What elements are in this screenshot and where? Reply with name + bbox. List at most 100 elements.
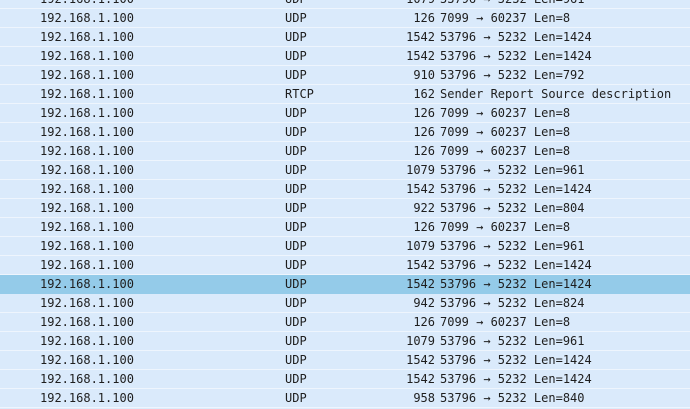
- protocol: UDP: [285, 220, 307, 234]
- source-address: 192.168.1.100: [40, 315, 134, 329]
- packet-row[interactable]: 192.168.1.100 UDP 942 53796 → 5232 Len=8…: [0, 294, 690, 313]
- protocol: UDP: [285, 68, 307, 82]
- frame-length: 910: [413, 68, 435, 82]
- protocol: UDP: [285, 0, 307, 8]
- packet-row[interactable]: 192.168.1.100 UDP 1079 53796 → 5232 Len=…: [0, 332, 690, 351]
- protocol: UDP: [285, 125, 307, 139]
- frame-length: 1542: [406, 49, 435, 63]
- protocol: UDP: [285, 239, 307, 253]
- packet-row[interactable]: 192.168.1.100 UDP 922 53796 → 5232 Len=8…: [0, 199, 690, 218]
- frame-length: 162: [413, 87, 435, 101]
- source-address: 192.168.1.100: [40, 144, 134, 158]
- packet-row[interactable]: 192.168.1.100 UDP 1542 53796 → 5232 Len=…: [0, 256, 690, 275]
- protocol: RTCP: [285, 87, 314, 101]
- protocol: UDP: [285, 258, 307, 272]
- packet-row[interactable]: 192.168.1.100 UDP 1542 53796 → 5232 Len=…: [0, 47, 690, 66]
- packet-info: 53796 → 5232 Len=1424: [440, 182, 592, 196]
- packet-info: 53796 → 5232 Len=1424: [440, 277, 592, 291]
- source-address: 192.168.1.100: [40, 106, 134, 120]
- packet-row[interactable]: 192.168.1.100 UDP 126 7099 → 60237 Len=8: [0, 9, 690, 28]
- packet-row[interactable]: 192.168.1.100 RTCP 162 Sender Report Sou…: [0, 85, 690, 104]
- packet-row[interactable]: 192.168.1.100 UDP 1542 53796 → 5232 Len=…: [0, 28, 690, 47]
- source-address: 192.168.1.100: [40, 391, 134, 405]
- source-address: 192.168.1.100: [40, 258, 134, 272]
- protocol: UDP: [285, 391, 307, 405]
- source-address: 192.168.1.100: [40, 220, 134, 234]
- protocol: UDP: [285, 30, 307, 44]
- protocol: UDP: [285, 277, 307, 291]
- frame-length: 1542: [406, 182, 435, 196]
- packet-row[interactable]: 192.168.1.100 UDP 1079 53796 → 5232 Len=…: [0, 0, 690, 9]
- frame-length: 126: [413, 315, 435, 329]
- packet-info: 53796 → 5232 Len=1424: [440, 372, 592, 386]
- frame-length: 1079: [375, 0, 435, 8]
- packet-info: 53796 → 5232 Len=1424: [440, 30, 592, 44]
- packet-row[interactable]: 192.168.1.100 UDP 1542 53796 → 5232 Len=…: [0, 351, 690, 370]
- frame-length: 958: [413, 391, 435, 405]
- source-address: 192.168.1.100: [40, 296, 134, 310]
- packet-row-selected[interactable]: 192.168.1.100 UDP 1542 53796 → 5232 Len=…: [0, 275, 690, 294]
- packet-info: 7099 → 60237 Len=8: [440, 315, 571, 329]
- packet-row[interactable]: 192.168.1.100 UDP 126 7099 → 60237 Len=8: [0, 142, 690, 161]
- packet-row[interactable]: 192.168.1.100 UDP 1079 53796 → 5232 Len=…: [0, 161, 690, 180]
- protocol: UDP: [285, 201, 307, 215]
- source-address: 192.168.1.100: [40, 163, 134, 177]
- frame-length: 1542: [406, 258, 435, 272]
- packet-info: 7099 → 60237 Len=8: [440, 144, 571, 158]
- packet-row[interactable]: 192.168.1.100 UDP 126 7099 → 60237 Len=8: [0, 104, 690, 123]
- frame-length: 126: [413, 220, 435, 234]
- packet-info: 7099 → 60237 Len=8: [440, 106, 571, 120]
- packet-info: Sender Report Source description: [440, 87, 672, 101]
- packet-info: 7099 → 60237 Len=8: [440, 220, 571, 234]
- source-address: 192.168.1.100: [40, 334, 134, 348]
- source-address: 192.168.1.100: [40, 201, 134, 215]
- packet-info: 53796 → 5232 Len=1424: [440, 353, 592, 367]
- source-address: 192.168.1.100: [40, 125, 134, 139]
- packet-info: 53796 → 5232 Len=1424: [440, 49, 592, 63]
- packet-info: 7099 → 60237 Len=8: [440, 11, 571, 25]
- frame-length: 1079: [406, 239, 435, 253]
- packet-info: 53796 → 5232 Len=804: [440, 201, 585, 215]
- protocol: UDP: [285, 334, 307, 348]
- packet-row[interactable]: 192.168.1.100 UDP 126 7099 → 60237 Len=8: [0, 313, 690, 332]
- packet-row[interactable]: 192.168.1.100 UDP 1542 53796 → 5232 Len=…: [0, 370, 690, 389]
- frame-length: 1079: [406, 334, 435, 348]
- packet-rows: 192.168.1.100 UDP 1079 53796 → 5232 Len=…: [0, 0, 690, 408]
- packet-info: 53796 → 5232 Len=1424: [440, 258, 592, 272]
- protocol: UDP: [285, 163, 307, 177]
- packet-row[interactable]: 192.168.1.100 UDP 126 7099 → 60237 Len=8: [0, 218, 690, 237]
- source-address: 192.168.1.100: [40, 277, 134, 291]
- packet-info: 53796 → 5232 Len=961: [440, 163, 585, 177]
- packet-row[interactable]: 192.168.1.100 UDP 126 7099 → 60237 Len=8: [0, 123, 690, 142]
- source-address: 192.168.1.100: [40, 68, 134, 82]
- protocol: UDP: [285, 106, 307, 120]
- packet-info: 53796 → 5232 Len=840: [440, 391, 585, 405]
- frame-length: 1542: [406, 30, 435, 44]
- protocol: UDP: [285, 11, 307, 25]
- source-address: 192.168.1.100: [40, 11, 134, 25]
- frame-length: 126: [413, 11, 435, 25]
- packet-row[interactable]: 192.168.1.100 UDP 1079 53796 → 5232 Len=…: [0, 237, 690, 256]
- source-address: 192.168.1.100: [40, 182, 134, 196]
- frame-length: 1079: [406, 163, 435, 177]
- frame-length: 126: [413, 144, 435, 158]
- source-address: 192.168.1.100: [40, 30, 134, 44]
- packet-row[interactable]: 192.168.1.100 UDP 910 53796 → 5232 Len=7…: [0, 66, 690, 85]
- packet-list[interactable]: 192.168.1.100 UDP 1079 53796 → 5232 Len=…: [0, 0, 690, 409]
- protocol: UDP: [285, 182, 307, 196]
- protocol: UDP: [285, 49, 307, 63]
- protocol: UDP: [285, 372, 307, 386]
- source-address: 192.168.1.100: [40, 87, 134, 101]
- frame-length: 922: [413, 201, 435, 215]
- packet-info: 53796 → 5232 Len=792: [440, 68, 585, 82]
- packet-info: 53796 → 5232 Len=961: [440, 334, 585, 348]
- frame-length: 1542: [406, 353, 435, 367]
- packet-info: 53796 → 5232 Len=961: [440, 239, 585, 253]
- packet-row[interactable]: 192.168.1.100 UDP 958 53796 → 5232 Len=8…: [0, 389, 690, 408]
- frame-length: 126: [413, 106, 435, 120]
- frame-length: 126: [413, 125, 435, 139]
- protocol: UDP: [285, 144, 307, 158]
- source-address: 192.168.1.100: [40, 49, 134, 63]
- protocol: UDP: [285, 353, 307, 367]
- packet-row[interactable]: 192.168.1.100 UDP 1542 53796 → 5232 Len=…: [0, 180, 690, 199]
